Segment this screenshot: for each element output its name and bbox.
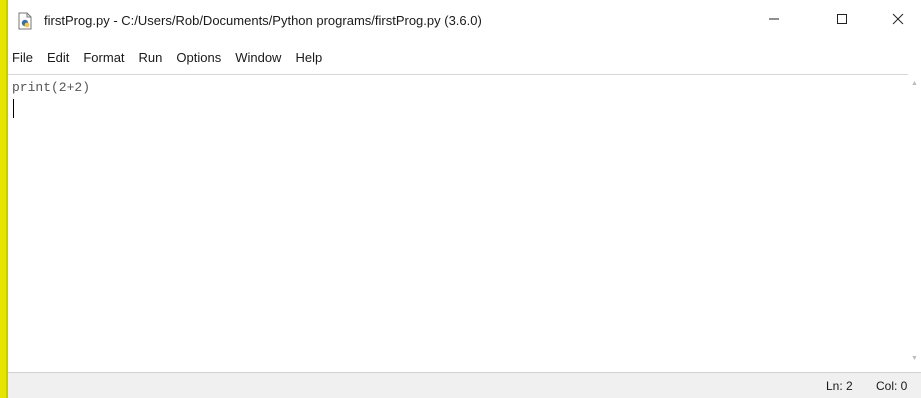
menu-window[interactable]: Window (228, 46, 288, 70)
status-bar: Ln: 2 Col: 0 (8, 372, 921, 398)
menu-format[interactable]: Format (76, 46, 131, 70)
title-bar[interactable]: firstProg.py - C:/Users/Rob/Documents/Py… (8, 0, 921, 42)
maximize-icon (836, 12, 848, 30)
window-title: firstProg.py - C:/Users/Rob/Documents/Py… (44, 13, 482, 28)
close-button[interactable] (875, 0, 921, 42)
maximize-button[interactable] (819, 0, 865, 42)
minimize-icon (768, 12, 780, 30)
menu-options[interactable]: Options (169, 46, 228, 70)
menu-help[interactable]: Help (288, 46, 329, 70)
menu-run[interactable]: Run (132, 46, 170, 70)
status-line-number: Ln: 2 (826, 379, 853, 393)
minimize-button[interactable] (751, 0, 797, 42)
python-file-icon (16, 12, 34, 30)
idle-editor-window: firstProg.py - C:/Users/Rob/Documents/Py… (6, 0, 921, 398)
menu-bar: File Edit Format Run Options Window Help (8, 46, 921, 70)
scroll-down-icon[interactable]: ▼ (911, 355, 918, 362)
vertical-scrollbar[interactable]: ▲ ▼ (908, 74, 921, 371)
close-icon (892, 12, 904, 30)
text-cursor (13, 99, 14, 118)
status-column-number: Col: 0 (876, 379, 908, 393)
code-line-1[interactable]: print(2+2) (12, 80, 90, 95)
code-editor[interactable]: print(2+2) (8, 74, 908, 371)
scroll-up-icon[interactable]: ▲ (911, 80, 918, 87)
menu-file[interactable]: File (8, 46, 40, 70)
menu-edit[interactable]: Edit (40, 46, 76, 70)
